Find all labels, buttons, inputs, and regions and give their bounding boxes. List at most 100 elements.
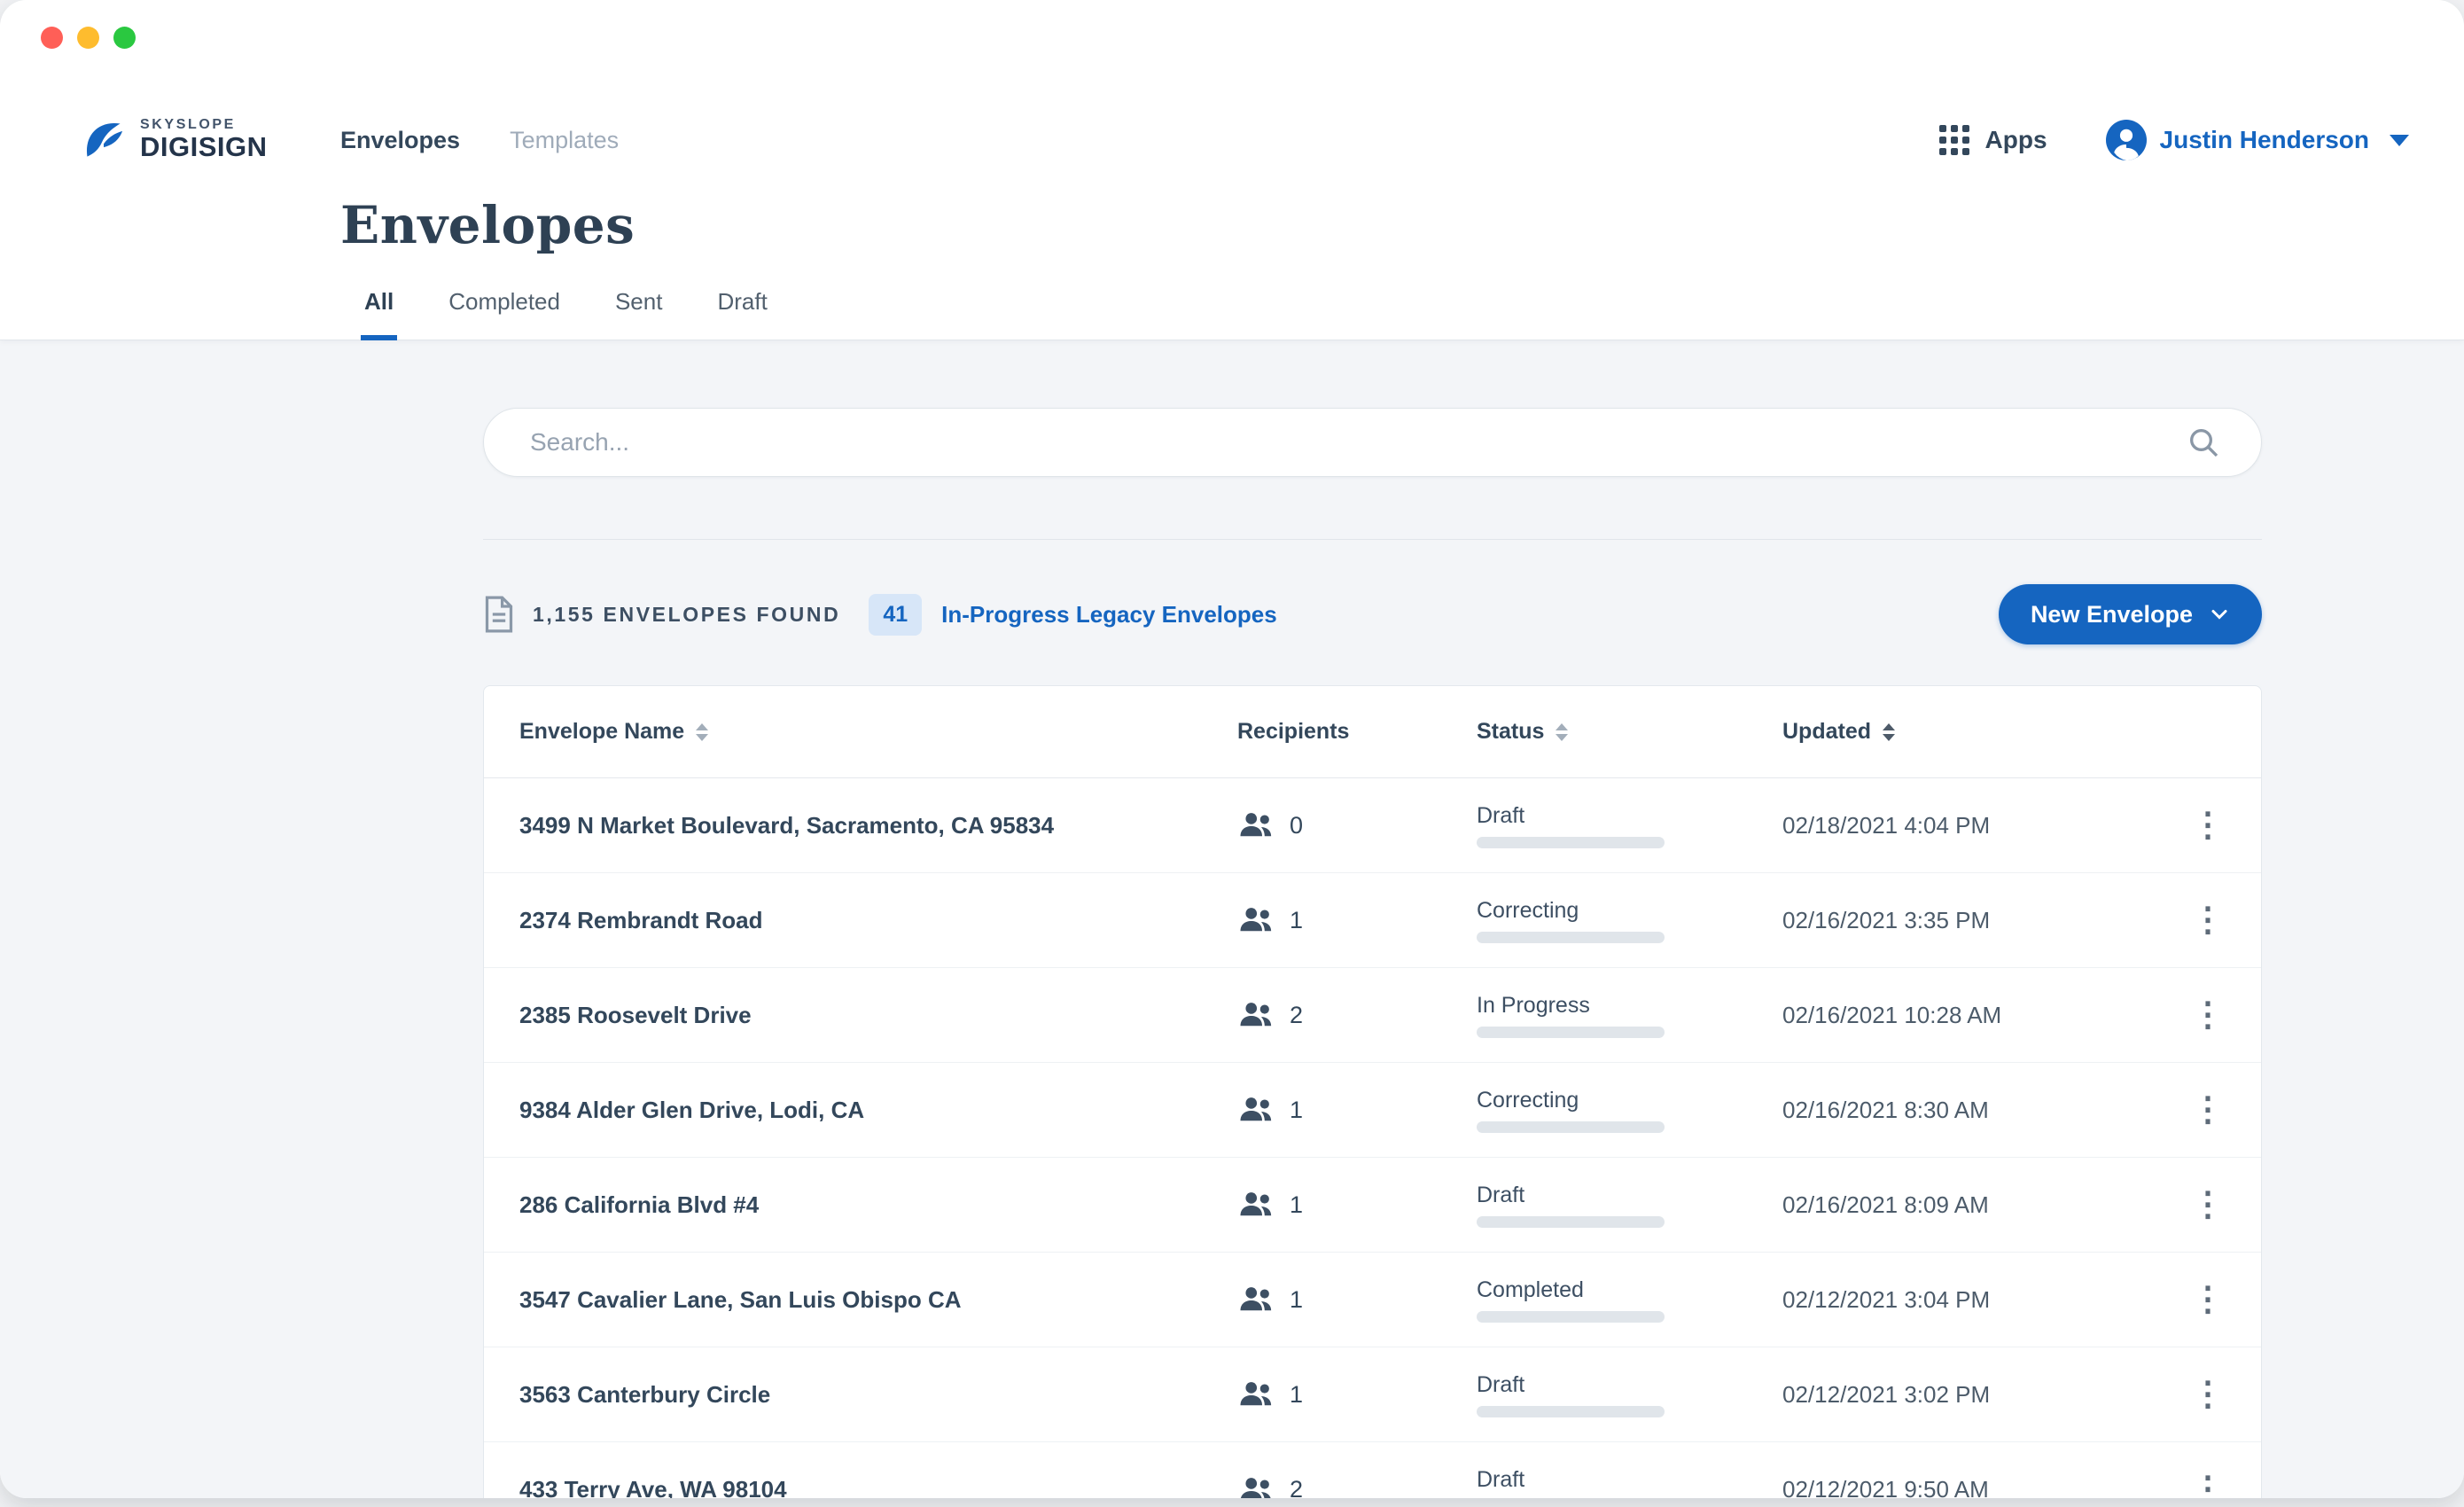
- close-window-button[interactable]: [41, 27, 63, 49]
- table-row[interactable]: 2374 Rembrandt Road 1 Correcting 02/16/2…: [484, 873, 2261, 968]
- status-label: Completed: [1477, 1277, 1782, 1303]
- digisign-logo-icon: [80, 116, 128, 164]
- row-menu-icon[interactable]: ⋮: [2179, 1469, 2237, 1498]
- apps-menu-button[interactable]: Apps: [1939, 125, 2047, 155]
- updated-timestamp: 02/12/2021 3:02 PM: [1782, 1381, 2155, 1409]
- recipients-icon: [1237, 1191, 1275, 1218]
- legacy-count-badge[interactable]: 41: [869, 594, 922, 636]
- recipients-count: 1: [1290, 907, 1303, 934]
- content-area: 1,155 ENVELOPES FOUND 41 In-Progress Leg…: [0, 340, 2464, 1498]
- envelope-name[interactable]: 3499 N Market Boulevard, Sacramento, CA …: [519, 812, 1237, 839]
- status-label: In Progress: [1477, 993, 1782, 1019]
- nav-item-templates[interactable]: Templates: [510, 127, 619, 154]
- table-header-row: Envelope Name Recipients Status Updated: [484, 686, 2261, 778]
- user-name: Justin Henderson: [2160, 126, 2369, 154]
- recipients-count: 1: [1290, 1191, 1303, 1219]
- sort-icon: [1883, 723, 1895, 741]
- status-progress-bar: [1477, 1216, 1665, 1228]
- apps-label: Apps: [1985, 126, 2047, 154]
- envelope-name[interactable]: 2385 Roosevelt Drive: [519, 1002, 1237, 1029]
- app-header: SKYSLOPE DIGISIGN Envelopes Templates Ap…: [0, 0, 2464, 340]
- updated-timestamp: 02/16/2021 10:28 AM: [1782, 1002, 2155, 1029]
- updated-timestamp: 02/18/2021 4:04 PM: [1782, 812, 2155, 839]
- app-window: SKYSLOPE DIGISIGN Envelopes Templates Ap…: [0, 0, 2464, 1498]
- column-header-envelope-name[interactable]: Envelope Name: [519, 719, 1237, 745]
- updated-timestamp: 02/12/2021 3:04 PM: [1782, 1286, 2155, 1314]
- column-header-status[interactable]: Status: [1477, 719, 1782, 745]
- envelope-name[interactable]: 3563 Canterbury Circle: [519, 1381, 1237, 1409]
- tab-draft[interactable]: Draft: [713, 288, 770, 340]
- row-menu-icon[interactable]: ⋮: [2179, 805, 2237, 846]
- search-input[interactable]: [483, 408, 2262, 477]
- updated-timestamp: 02/16/2021 8:30 AM: [1782, 1097, 2155, 1124]
- status-progress-bar: [1477, 1027, 1665, 1038]
- envelope-name[interactable]: 286 California Blvd #4: [519, 1191, 1237, 1219]
- status-label: Draft: [1477, 803, 1782, 829]
- table-row[interactable]: 3547 Cavalier Lane, San Luis Obispo CA 1…: [484, 1253, 2261, 1347]
- recipients-icon: [1237, 1002, 1275, 1028]
- legacy-envelopes-link[interactable]: In-Progress Legacy Envelopes: [941, 601, 1277, 629]
- table-row[interactable]: 3563 Canterbury Circle 1 Draft 02/12/202…: [484, 1347, 2261, 1442]
- table-row[interactable]: 9384 Alder Glen Drive, Lodi, CA 1 Correc…: [484, 1063, 2261, 1158]
- tab-all[interactable]: All: [361, 288, 397, 340]
- apps-grid-icon: [1939, 125, 1969, 155]
- envelope-name[interactable]: 2374 Rembrandt Road: [519, 907, 1237, 934]
- status-progress-bar: [1477, 1311, 1665, 1323]
- search-icon[interactable]: [2186, 425, 2221, 460]
- recipients-icon: [1237, 1477, 1275, 1499]
- column-header-updated[interactable]: Updated: [1782, 719, 2155, 745]
- digisign-logo[interactable]: SKYSLOPE DIGISIGN: [80, 116, 285, 164]
- stats-row: 1,155 ENVELOPES FOUND 41 In-Progress Leg…: [483, 582, 2262, 646]
- tab-completed[interactable]: Completed: [445, 288, 564, 340]
- envelopes-table: Envelope Name Recipients Status Updated …: [483, 685, 2262, 1498]
- recipients-count: 0: [1290, 812, 1303, 839]
- recipients-count: 1: [1290, 1097, 1303, 1124]
- user-menu-button[interactable]: Justin Henderson: [2106, 120, 2409, 160]
- window-controls: [41, 27, 136, 49]
- envelopes-found-count: 1,155 ENVELOPES FOUND: [533, 603, 840, 627]
- page-title: Envelopes: [340, 195, 635, 255]
- envelope-name[interactable]: 9384 Alder Glen Drive, Lodi, CA: [519, 1097, 1237, 1124]
- search-bar: [483, 408, 2262, 477]
- recipients-icon: [1237, 812, 1275, 839]
- zoom-window-button[interactable]: [113, 27, 136, 49]
- status-progress-bar: [1477, 1121, 1665, 1133]
- minimize-window-button[interactable]: [77, 27, 99, 49]
- sort-icon: [1556, 723, 1568, 741]
- row-menu-icon[interactable]: ⋮: [2179, 1184, 2237, 1225]
- recipients-icon: [1237, 1286, 1275, 1313]
- envelope-name[interactable]: 433 Terry Ave, WA 98104: [519, 1476, 1237, 1498]
- envelope-name[interactable]: 3547 Cavalier Lane, San Luis Obispo CA: [519, 1286, 1237, 1314]
- row-menu-icon[interactable]: ⋮: [2179, 900, 2237, 941]
- row-menu-icon[interactable]: ⋮: [2179, 1089, 2237, 1130]
- table-row[interactable]: 3499 N Market Boulevard, Sacramento, CA …: [484, 778, 2261, 873]
- nav-item-envelopes[interactable]: Envelopes: [340, 127, 460, 154]
- status-label: Draft: [1477, 1372, 1782, 1398]
- section-divider: [483, 539, 2262, 540]
- new-envelope-label: New Envelope: [2031, 601, 2193, 629]
- recipients-icon: [1237, 1381, 1275, 1408]
- document-icon: [483, 595, 515, 634]
- status-progress-bar: [1477, 1406, 1665, 1417]
- status-progress-bar: [1477, 932, 1665, 943]
- recipients-count: 2: [1290, 1476, 1303, 1498]
- updated-timestamp: 02/12/2021 9:50 AM: [1782, 1476, 2155, 1498]
- envelope-tabs: All Completed Sent Draft: [361, 288, 771, 340]
- status-label: Correcting: [1477, 898, 1782, 924]
- status-label: Draft: [1477, 1467, 1782, 1493]
- table-row[interactable]: 433 Terry Ave, WA 98104 2 Draft 02/12/20…: [484, 1442, 2261, 1498]
- chevron-down-icon: [2390, 135, 2409, 146]
- table-row[interactable]: 286 California Blvd #4 1 Draft 02/16/202…: [484, 1158, 2261, 1253]
- column-header-recipients[interactable]: Recipients: [1237, 719, 1477, 745]
- tab-sent[interactable]: Sent: [612, 288, 667, 340]
- row-menu-icon[interactable]: ⋮: [2179, 995, 2237, 1035]
- recipients-count: 1: [1290, 1381, 1303, 1409]
- row-menu-icon[interactable]: ⋮: [2179, 1374, 2237, 1415]
- recipients-icon: [1237, 907, 1275, 933]
- table-row[interactable]: 2385 Roosevelt Drive 2 In Progress 02/16…: [484, 968, 2261, 1063]
- logo-text-digisign: DIGISIGN: [140, 133, 268, 162]
- status-label: Correcting: [1477, 1088, 1782, 1113]
- row-menu-icon[interactable]: ⋮: [2179, 1279, 2237, 1320]
- new-envelope-button[interactable]: New Envelope: [1999, 584, 2262, 644]
- recipients-count: 1: [1290, 1286, 1303, 1314]
